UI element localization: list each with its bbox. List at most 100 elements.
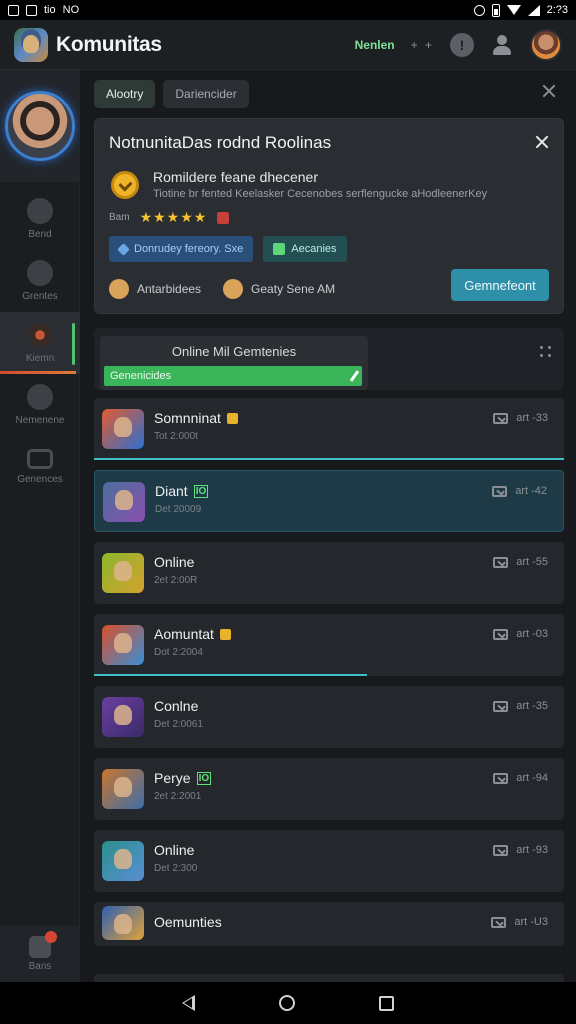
app-title: Komunitas (56, 32, 162, 56)
signal-icon (527, 4, 540, 16)
row-progress-bar (94, 674, 367, 676)
row-meta: art -03 (493, 628, 548, 640)
row-subtitle: Det 20009 (155, 504, 202, 515)
promo-user-1[interactable]: Geaty Sene AM (223, 279, 335, 299)
promo-tag-label: Donrudey fereory. Sxe (134, 243, 244, 255)
community-thumbnail (102, 625, 144, 665)
profile-avatar[interactable] (530, 28, 562, 61)
filter-chip-0[interactable]: Alootry (94, 80, 156, 108)
rail-item-2[interactable]: Kiemn (0, 312, 80, 374)
info-icon[interactable] (450, 32, 474, 57)
list-item[interactable]: Oemunties art -U3 (94, 902, 564, 946)
list-item[interactable]: Somnninat Tot 2:000t art -33 (94, 398, 564, 460)
close-icon (542, 84, 556, 98)
row-meta-text: art -55 (516, 556, 548, 568)
row-title-text: Oemunties (154, 914, 222, 930)
rating-row: Bam ★★★★★ (109, 209, 230, 226)
rail-item-0[interactable]: Bend (0, 188, 80, 250)
promo-close-button[interactable] (535, 135, 549, 149)
recent-apps-icon[interactable] (379, 995, 394, 1011)
row-title-text: Perye (154, 770, 191, 786)
row-title: Oemunties (154, 914, 222, 930)
ghost-icon (27, 198, 53, 224)
promo-card: NotnunitaDas rodnd Roolinas Romildere fe… (94, 118, 564, 314)
row-progress-bar (94, 458, 564, 460)
row-subtitle: 2et 2:00R (154, 575, 198, 586)
emoji-face-icon (223, 279, 244, 299)
main-content: Alootry Dariencider NotnunitaDas rodnd R… (80, 70, 576, 1024)
message-icon[interactable] (493, 628, 509, 640)
promo-title: NotnunitaDas rodnd Roolinas (109, 133, 332, 152)
promo-user-0[interactable]: Antarbidees (109, 279, 201, 299)
more-options-icon[interactable] (540, 346, 554, 360)
rail-item-1[interactable]: Grentes (0, 250, 80, 312)
filter-chip-1[interactable]: Dariencider (163, 80, 249, 108)
online-status-bar[interactable]: Genenicides (104, 366, 362, 386)
message-icon[interactable] (493, 844, 509, 856)
status-glyphs: tiо (44, 4, 56, 16)
community-thumbnail (102, 841, 144, 881)
list-item[interactable]: Online Det 2:300 art -93 (94, 830, 564, 892)
app-actions: Nenlen + + (355, 28, 562, 61)
edit-icon[interactable] (349, 370, 360, 382)
header-action-link[interactable]: Nenlen (355, 38, 395, 52)
row-meta-text: art -94 (516, 772, 548, 784)
rail-item-label: Genences (17, 474, 63, 485)
notification-badge (45, 931, 57, 943)
rocket-icon (117, 242, 130, 256)
list-item[interactable]: Perye IO 2et 2:2001 art -94 (94, 758, 564, 820)
status-bar: tiо NO 2:?3 (0, 0, 576, 20)
promo-user-label: Antarbidees (137, 282, 202, 296)
back-icon[interactable] (182, 995, 195, 1011)
row-meta: art -93 (493, 844, 548, 856)
promo-tags: Donrudey fereory. Sxe Aecanies (109, 236, 347, 262)
row-subtitle: Det 2:300 (154, 863, 198, 874)
filters-close-button[interactable] (542, 84, 558, 100)
list-item[interactable]: Conlne Det 2:0061 art -35 (94, 686, 564, 748)
online-indicator (72, 323, 75, 365)
rail-item-label: Nemenene (15, 415, 65, 426)
rail-item-label: Kiemn (25, 353, 55, 364)
message-icon[interactable] (493, 556, 509, 568)
message-icon[interactable] (491, 916, 507, 928)
promo-user-label: Geaty Sene AM (251, 282, 336, 296)
promo-description: Tiotine br fented Keelasker Cecenobes se… (153, 188, 488, 200)
promo-tag-1[interactable]: Aecanies (263, 236, 347, 262)
row-title-text: Conlne (154, 698, 199, 714)
row-meta-text: art -33 (516, 412, 548, 424)
shield-icon (27, 384, 53, 410)
row-title: Diant IO (155, 483, 209, 499)
message-icon[interactable] (492, 485, 508, 497)
message-icon[interactable] (493, 772, 509, 784)
row-title: Online (154, 554, 194, 570)
row-meta: art -94 (493, 772, 548, 784)
row-subtitle: Det 2:0061 (154, 719, 203, 730)
header-add-action[interactable]: + + (411, 38, 434, 52)
rail-item-4[interactable]: Genences (0, 436, 80, 498)
row-meta: art -35 (493, 700, 548, 712)
verified-badge-icon: IO (196, 771, 212, 785)
star-rating: ★★★★★ (139, 209, 208, 225)
rail-profile[interactable] (0, 70, 80, 182)
status-right: 2:?3 (473, 3, 568, 17)
promo-cta-button[interactable]: Gemnefeont (451, 269, 549, 301)
list-item[interactable]: Diant IO Det 20009 art -42 (94, 470, 564, 532)
row-meta-text: art -42 (515, 485, 547, 497)
wifi-icon (506, 5, 521, 15)
row-subtitle: Dot 2:2004 (154, 647, 203, 658)
row-meta-text: art -35 (516, 700, 548, 712)
row-meta: art -55 (493, 556, 548, 568)
row-title: Conlne (154, 698, 198, 714)
list-item[interactable]: Online 2et 2:00R art -55 (94, 542, 564, 604)
rail-bottom-item[interactable]: Bans (0, 926, 80, 982)
promo-tag-0[interactable]: Donrudey fereory. Sxe (109, 236, 254, 262)
list-item[interactable]: Aomuntat Dot 2:2004 art -03 (94, 614, 564, 676)
user-icon[interactable] (490, 33, 514, 57)
app-logo[interactable] (14, 27, 48, 62)
rail-item-3[interactable]: Nemenene (0, 374, 80, 436)
message-icon[interactable] (493, 412, 509, 424)
message-icon[interactable] (493, 700, 509, 712)
home-icon[interactable] (279, 995, 295, 1011)
community-thumbnail (102, 769, 144, 809)
notification-bell-icon (29, 931, 57, 958)
